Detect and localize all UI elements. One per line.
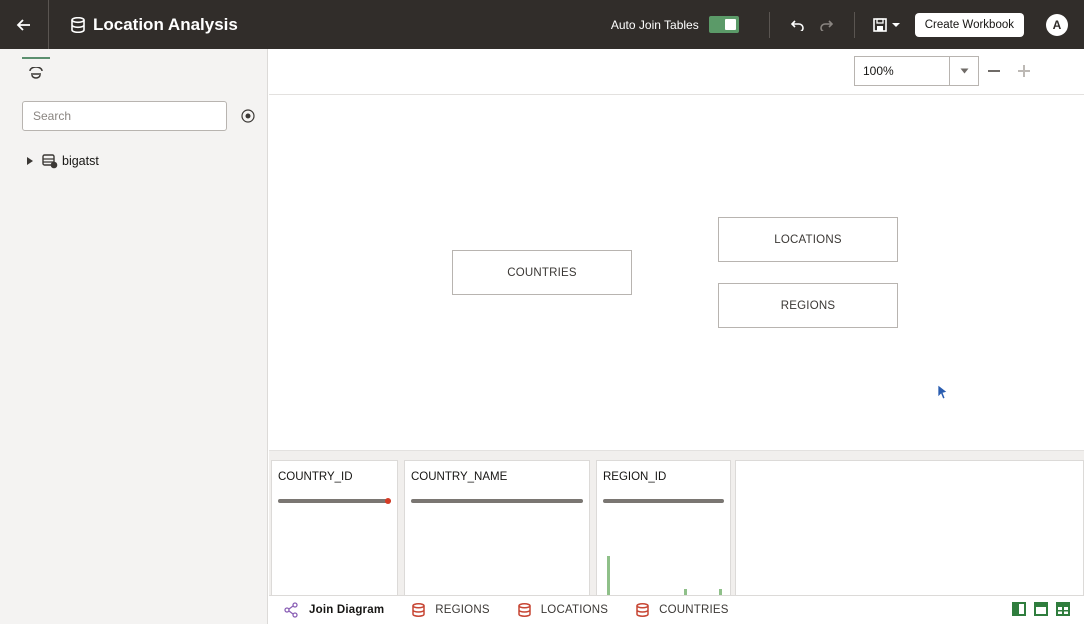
column-quality-bar [278, 499, 391, 503]
column-name: REGION_ID [603, 471, 667, 483]
tab-label: COUNTRIES [659, 604, 729, 616]
auto-join-label: Auto Join Tables [610, 17, 699, 32]
save-menu-button[interactable] [867, 11, 907, 39]
database-connection-icon [42, 154, 58, 169]
zoom-input[interactable]: 100% [854, 56, 949, 86]
layout-grid-icon [1058, 604, 1068, 614]
chevron-down-icon [960, 68, 968, 74]
tab-locations[interactable]: LOCATIONS [517, 603, 609, 617]
tab-label: LOCATIONS [540, 604, 609, 616]
divider [768, 11, 770, 38]
data-tab[interactable] [22, 57, 50, 87]
join-diagram-icon [284, 602, 298, 618]
layout-top-icon [1036, 604, 1046, 607]
tab-join-diagram[interactable]: Join Diagram [283, 602, 384, 618]
back-arrow-icon [16, 18, 30, 31]
column-name: COUNTRY_NAME [411, 471, 508, 483]
minus-icon [988, 70, 1000, 72]
database-table-icon [517, 603, 531, 617]
chevron-down-icon [891, 22, 900, 27]
plus-icon [1018, 65, 1030, 77]
column-quality-marker [385, 498, 391, 504]
connections-icon [29, 67, 43, 79]
divider [853, 11, 855, 38]
data-preview: COUNTRY_ID COUNTRY_NAME REGION_ID [269, 450, 1084, 596]
zoom-dropdown-button[interactable] [949, 56, 979, 86]
add-circle-icon [241, 109, 255, 123]
layout-left-icon [1014, 604, 1019, 614]
canvas-toolbar: 100% [269, 49, 1084, 95]
tree-item-label: bigatst [62, 154, 99, 168]
search-input[interactable]: Search [22, 101, 227, 131]
undo-icon [790, 19, 804, 31]
auto-join-toggle[interactable] [708, 16, 739, 33]
column-quality-bar [603, 499, 724, 503]
tree-item-connection[interactable]: bigatst [26, 153, 99, 169]
undo-button[interactable] [784, 11, 812, 39]
tab-countries[interactable]: COUNTRIES [636, 603, 729, 617]
column-card-country-id[interactable]: COUNTRY_ID [271, 460, 398, 596]
user-avatar[interactable]: A [1046, 13, 1068, 36]
tab-regions[interactable]: REGIONS [412, 603, 490, 617]
app-header: Location Analysis Auto Join Tables Creat… [0, 0, 1084, 49]
mouse-cursor-icon [937, 384, 948, 400]
table-node-regions[interactable]: REGIONS [718, 283, 898, 328]
column-card-region-id[interactable]: REGION_ID [596, 460, 731, 596]
caret-right-icon [27, 157, 33, 165]
redo-button[interactable] [812, 11, 840, 39]
back-button[interactable] [0, 0, 49, 49]
zoom-control: 100% [854, 56, 1039, 86]
layout-switcher [1012, 602, 1070, 616]
tab-label: REGIONS [435, 604, 490, 616]
database-table-icon [412, 603, 426, 617]
save-icon [872, 17, 887, 32]
zoom-in-button[interactable] [1009, 56, 1039, 86]
layout-grid-button[interactable] [1056, 602, 1070, 616]
column-card-country-name[interactable]: COUNTRY_NAME [404, 460, 590, 596]
layout-split-button[interactable] [1034, 602, 1048, 616]
table-node-countries[interactable]: COUNTRIES [452, 250, 632, 295]
column-quality-bar [411, 499, 583, 503]
database-table-icon [636, 603, 649, 617]
redo-icon [819, 19, 833, 31]
zoom-out-button[interactable] [979, 56, 1009, 86]
column-name: COUNTRY_ID [278, 471, 353, 483]
table-node-locations[interactable]: LOCATIONS [718, 217, 898, 262]
data-panel: Search bigatst [0, 49, 268, 624]
bottom-tab-bar: Join Diagram REGIONS LOCATIONS COUNTRIES [269, 595, 1084, 624]
layout-side-panel-button[interactable] [1012, 602, 1026, 616]
add-source-button[interactable] [240, 108, 256, 124]
preview-empty-area [735, 460, 1084, 596]
join-diagram-canvas[interactable]: COUNTRIES LOCATIONS REGIONS [269, 96, 1084, 450]
histogram-bar [607, 556, 610, 596]
database-icon [71, 16, 85, 33]
tab-label: Join Diagram [309, 604, 385, 616]
create-workbook-button[interactable]: Create Workbook [914, 12, 1024, 37]
page-title: Location Analysis [93, 14, 238, 34]
